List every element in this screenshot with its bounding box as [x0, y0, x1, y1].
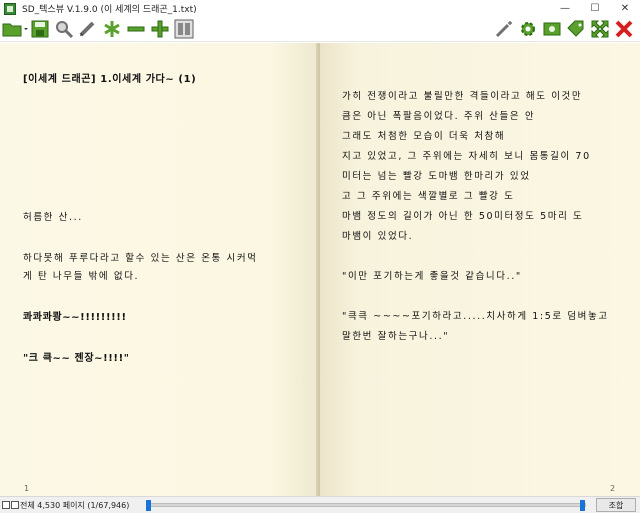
gear-icon[interactable]: [518, 19, 538, 39]
app-icon: [4, 2, 16, 15]
reader-view: [이세계 드래곤] 1.이세계 가다~ (1) 허름한 산... 하다못해 푸루…: [0, 43, 640, 496]
text-line: 그래도 처첨한 모습이 더욱 처참해: [342, 131, 506, 142]
plus-icon[interactable]: [150, 19, 170, 39]
text-line: 말한번 잘하는구나...": [342, 331, 450, 342]
fullscreen-icon[interactable]: [590, 19, 610, 39]
text-line: 콰콰콰쾅~~!!!!!!!!!: [23, 312, 127, 323]
checkbox[interactable]: [2, 501, 10, 509]
text-line: 하다못해 푸루다라고 할수 있는 산은 온통 시커먹: [23, 253, 258, 264]
pencil-icon[interactable]: [77, 19, 97, 39]
page-count-text: 전체 4,530 페이지 (1/67,946): [20, 501, 130, 510]
checkbox[interactable]: [11, 501, 19, 509]
maximize-button[interactable]: ☐: [580, 0, 610, 17]
text-line: 미터는 넘는 빨강 도마뱀 한마리가 있었: [342, 171, 531, 182]
page-number: 1: [24, 484, 30, 493]
text-line: "이만 포기하는게 좋을것 같습니다..": [342, 271, 522, 282]
search-icon[interactable]: [54, 19, 74, 39]
text-line: 허름한 산...: [23, 212, 83, 223]
page-slider-thumb[interactable]: [146, 500, 151, 511]
title-bar: SD_텍스뷰 V.1.9.0 (이 세계의 드래곤_1.txt) — ☐ ✕: [0, 0, 640, 17]
magic-wand-icon[interactable]: [494, 19, 514, 39]
asterisk-icon[interactable]: [102, 19, 122, 39]
image-icon[interactable]: [542, 19, 562, 39]
open-folder-icon[interactable]: [2, 19, 28, 39]
window-controls: — ☐ ✕: [550, 0, 640, 17]
text-line: 큼은 아닌 폭팔음이었다. 주위 산들은 안: [342, 111, 536, 122]
page-slider-end-marker: [580, 500, 585, 511]
combine-button[interactable]: 조합: [596, 498, 636, 512]
text-line: 가히 전쟁이라고 불릴만한 격들이라고 해도 이것만: [342, 91, 583, 102]
text-line: "큭큭 ~~~~포기하라고.....치사하게 1:5로 덤벼놓고: [342, 311, 609, 322]
text-line: "크 큭~~ 젠장~!!!!": [23, 353, 130, 364]
minus-icon[interactable]: [126, 19, 146, 39]
minimize-button[interactable]: —: [550, 0, 580, 17]
exit-icon[interactable]: [614, 19, 634, 39]
left-page[interactable]: [이세계 드래곤] 1.이세계 가다~ (1) 허름한 산... 하다못해 푸루…: [0, 43, 318, 496]
right-page[interactable]: 가히 전쟁이라고 불릴만한 격들이라고 해도 이것만 큼은 아닌 폭팔음이었다.…: [320, 43, 640, 496]
toolbar: [0, 17, 640, 42]
text-line: 지고 있었고, 그 주위에는 자세히 보니 몸통길이 70: [342, 151, 591, 162]
text-line: 고 그 주위에는 색깔별로 그 빨강 도: [342, 191, 515, 202]
chapter-title: [이세계 드래곤] 1.이세계 가다~ (1): [23, 74, 197, 85]
text-line: 마뱀 정도의 길이가 아닌 한 50미터정도 5마리 도: [342, 211, 584, 222]
text-line: 마뱀이 있었다.: [342, 231, 414, 242]
two-page-icon[interactable]: [174, 19, 194, 39]
page-slider[interactable]: [146, 503, 586, 507]
text-line: 게 탄 나무들 밖에 없다.: [23, 271, 140, 282]
status-bar: 전체 4,530 페이지 (1/67,946) 조합: [0, 496, 640, 513]
close-button[interactable]: ✕: [610, 0, 640, 17]
page-number: 2: [610, 484, 616, 493]
window-title: SD_텍스뷰 V.1.9.0 (이 세계의 드래곤_1.txt): [22, 5, 197, 15]
tag-icon[interactable]: [566, 19, 586, 39]
save-icon[interactable]: [30, 19, 50, 39]
